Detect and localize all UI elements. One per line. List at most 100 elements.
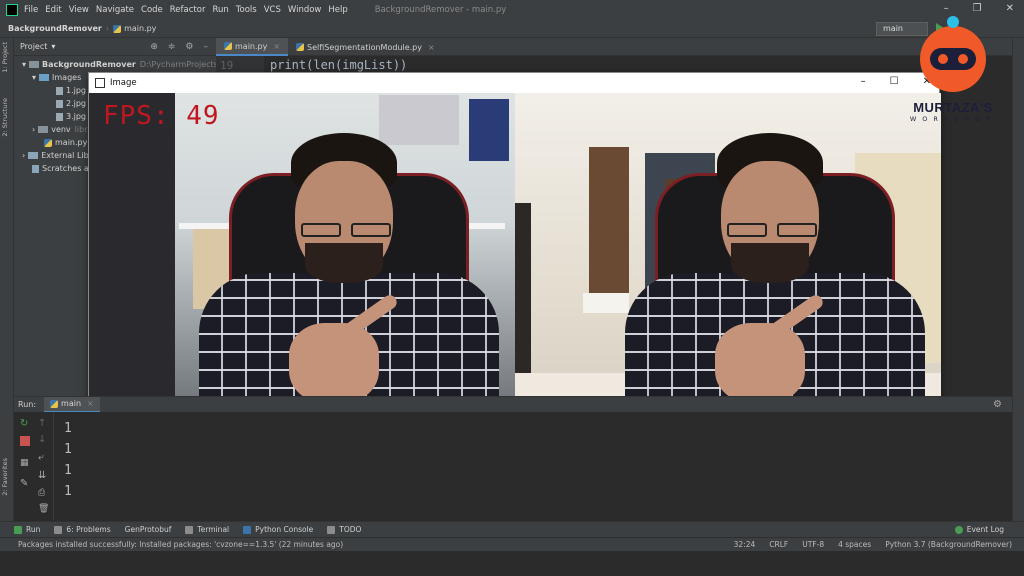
menu-view[interactable]: View: [69, 5, 89, 15]
console-output[interactable]: 1 1 1 1: [54, 412, 1012, 520]
soft-wrap-icon[interactable]: ⤶: [38, 452, 48, 463]
menu-help[interactable]: Help: [328, 5, 347, 15]
menu-edit[interactable]: Edit: [45, 5, 61, 15]
brand-subtitle: WORKSHOP: [909, 115, 997, 123]
tool-tab-event-log[interactable]: Event Log: [954, 525, 1004, 534]
code-line[interactable]: print(len(imgList)): [270, 58, 407, 72]
close-icon[interactable]: ✕: [1006, 3, 1014, 14]
tree-item-images[interactable]: ▾ Images: [32, 71, 81, 84]
minimize-icon[interactable]: –: [861, 76, 866, 87]
tool-tab-label: Python Console: [255, 525, 314, 534]
line-separator[interactable]: CRLF: [769, 540, 788, 549]
indent-setting[interactable]: 4 spaces: [838, 540, 871, 549]
tool-tab-todo[interactable]: TODO: [327, 525, 361, 534]
menu-code[interactable]: Code: [141, 5, 163, 15]
menu-run[interactable]: Run: [212, 5, 228, 15]
image-file-icon: [56, 112, 63, 121]
console-line: 1: [64, 421, 72, 436]
tab-main-py[interactable]: main.py ×: [216, 38, 289, 56]
door: [515, 203, 531, 383]
breadcrumb-project[interactable]: BackgroundRemover: [8, 24, 102, 33]
tree-item-label: main.py: [55, 138, 88, 147]
floating-shelf: [583, 293, 629, 313]
image-window-titlebar[interactable]: Image – ☐ ✕: [89, 73, 939, 93]
bottom-padding: [0, 551, 1024, 576]
tool-window-tabs: Run 6: Problems GenProtobuf Terminal Pyt…: [0, 521, 1024, 537]
gear-icon[interactable]: ⚙: [185, 42, 193, 52]
tree-item-1jpg[interactable]: 1.jpg: [56, 84, 86, 97]
breadcrumb-file[interactable]: main.py: [124, 24, 156, 33]
close-icon[interactable]: ×: [428, 43, 435, 52]
tree-item-label: 2.jpg: [66, 99, 87, 108]
tool-tab-python-console[interactable]: Python Console: [243, 525, 313, 534]
hand: [715, 323, 805, 403]
collapse-icon[interactable]: ≑: [168, 42, 176, 52]
close-icon[interactable]: ×: [273, 42, 280, 51]
close-icon[interactable]: ×: [87, 399, 94, 408]
tree-item-2jpg[interactable]: 2.jpg: [56, 97, 86, 110]
tree-item-mainpy[interactable]: main.py: [44, 136, 87, 149]
tool-tab-problems[interactable]: 6: Problems: [54, 525, 111, 534]
menu-window[interactable]: Window: [288, 5, 322, 15]
gear-icon[interactable]: ⚙: [993, 399, 1002, 410]
arrow-down-icon[interactable]: ↓: [38, 434, 48, 445]
stop-icon[interactable]: [20, 436, 30, 446]
project-panel-title[interactable]: Project: [20, 42, 47, 51]
trash-icon[interactable]: 🗑: [38, 504, 49, 514]
caret-position[interactable]: 32:24: [734, 540, 756, 549]
tree-item-venv[interactable]: › venv libra: [32, 123, 92, 136]
glasses: [301, 223, 341, 237]
chevron-down-icon: ▾: [22, 60, 27, 69]
window-title: BackgroundRemover - main.py: [374, 5, 507, 15]
minimize-icon[interactable]: –: [944, 3, 949, 14]
status-message[interactable]: Packages installed successfully: Install…: [18, 540, 343, 549]
run-panel-label: Run:: [18, 400, 37, 409]
robot-icon: [920, 16, 986, 92]
menu-tools[interactable]: Tools: [236, 5, 257, 15]
status-bar: Packages installed successfully: Install…: [0, 537, 1024, 551]
console-line: 1: [64, 484, 72, 499]
arrow-up-icon[interactable]: ↑: [38, 418, 48, 429]
run-icon: [14, 525, 22, 534]
robot-antenna: [947, 16, 959, 28]
tool-tab-genprotobuf[interactable]: GenProtobuf: [125, 525, 172, 534]
image-window[interactable]: Image – ☐ ✕ FPS: 49: [88, 72, 941, 413]
scroll-end-icon[interactable]: ⇊: [38, 470, 48, 481]
interpreter-selector[interactable]: Python 3.7 (BackgroundRemover): [885, 540, 1012, 549]
layout-icon[interactable]: ▦: [20, 458, 30, 468]
run-tab-main[interactable]: main ×: [44, 396, 100, 413]
print-icon[interactable]: ⎙: [38, 488, 48, 498]
rerun-icon[interactable]: ↻: [20, 418, 30, 429]
tool-tab-label: 6: Problems: [66, 525, 111, 534]
hide-icon[interactable]: –: [204, 42, 209, 52]
folder-icon: [39, 74, 50, 81]
tab-project[interactable]: 1: Project: [1, 42, 13, 73]
tab-structure[interactable]: 2: Structure: [1, 98, 13, 137]
hand: [289, 323, 379, 403]
tab-selfisegmentationmodule-py[interactable]: SelfiSegmentationModule.py ×: [288, 38, 443, 56]
run-tab-label: main: [61, 399, 82, 408]
menu-navigate[interactable]: Navigate: [96, 5, 134, 15]
tree-item-backgroundremover[interactable]: ▾ BackgroundRemover D:\PycharmProjects\B…: [22, 58, 245, 71]
tree-item-label: BackgroundRemover: [42, 60, 136, 69]
tree-item-label: Images: [52, 73, 82, 82]
tree-item-label: venv: [51, 125, 71, 134]
python-file-icon: [113, 24, 122, 33]
python-file-icon: [44, 138, 52, 147]
menu-vcs[interactable]: VCS: [264, 5, 281, 15]
chevron-down-icon[interactable]: ▾: [51, 42, 55, 51]
tree-item-3jpg[interactable]: 3.jpg: [56, 110, 86, 123]
tool-tab-run[interactable]: Run: [14, 525, 40, 534]
python-file-icon: [296, 43, 305, 51]
pin-icon[interactable]: ✎: [20, 478, 30, 489]
menu-file[interactable]: File: [24, 5, 38, 15]
tool-tab-terminal[interactable]: Terminal: [185, 525, 229, 534]
problems-icon: [54, 525, 63, 534]
maximize-icon[interactable]: ❐: [973, 3, 982, 14]
file-encoding[interactable]: UTF-8: [802, 540, 824, 549]
menu-refactor[interactable]: Refactor: [170, 5, 206, 15]
brand-logo: MURTAZA'S WORKSHOP: [898, 16, 1008, 130]
tab-favorites[interactable]: 2: Favorites: [1, 458, 13, 496]
tool-tab-label: GenProtobuf: [124, 525, 172, 534]
locate-icon[interactable]: ⊕: [150, 42, 158, 52]
